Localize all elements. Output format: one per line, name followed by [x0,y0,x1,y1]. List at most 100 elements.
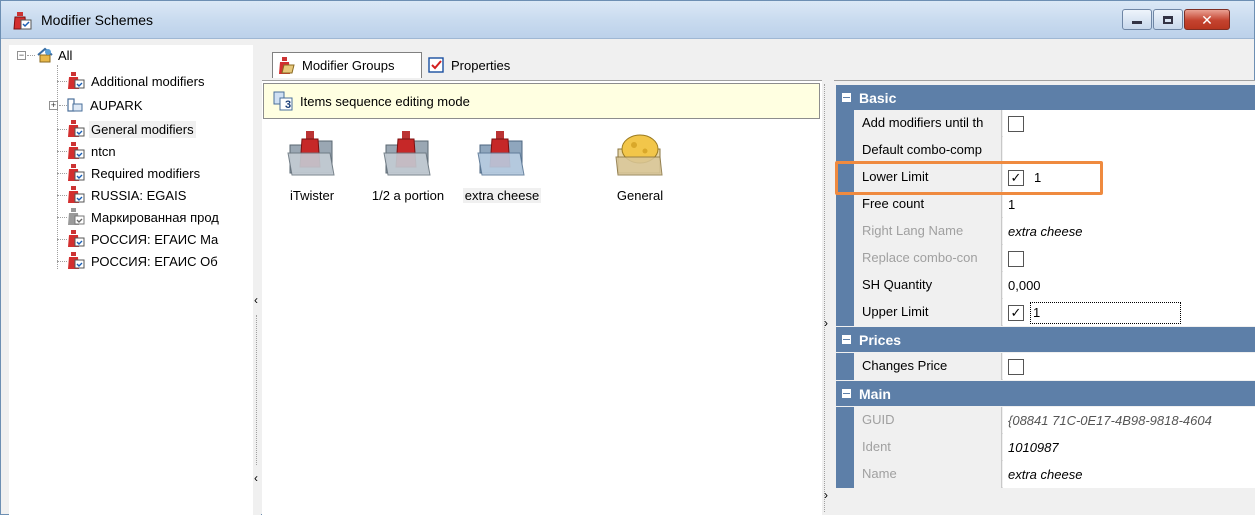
property-name: Free count [836,191,1002,218]
ketchup-bottle-icon [13,12,32,30]
minimize-button[interactable] [1122,9,1152,30]
tree-item[interactable]: РОССИЯ: ЕГАИС Ма [57,229,220,249]
modifier-schemes-window: Modifier Schemes ✕ − All Additional modi… [0,0,1255,515]
tree-item[interactable]: ntcn [57,141,118,161]
item-label: 1/2 a portion [371,188,445,203]
collapse-icon[interactable] [842,335,851,344]
tree-item-label: Required modifiers [91,165,201,181]
property-name: Name [836,461,1002,488]
property-row[interactable]: Default combo-comp [836,137,1255,164]
ketchup-bottle-icon [68,72,85,89]
property-value[interactable] [1003,353,1255,380]
property-value[interactable] [1003,245,1255,272]
bottle-folder-icon [477,131,525,176]
scheme-tree[interactable]: − All Additional modifiers + AUPARK Gene… [9,45,253,515]
item-label: iTwister [289,188,335,203]
tree-item[interactable]: Required modifiers [57,163,202,183]
changes-price-checkbox[interactable] [1008,358,1024,375]
collapse-icon: − [17,49,26,60]
property-row[interactable]: Ident 1010987 [836,434,1255,461]
ketchup-bottle-icon [68,186,85,203]
sequence-badge: 3 [285,99,292,111]
ketchup-bottle-icon [68,142,85,159]
property-value[interactable]: 1 [1003,191,1255,218]
sequence-mode-bar: 3 Items sequence editing mode [263,83,820,119]
property-row[interactable]: Changes Price [836,353,1255,380]
tree-item[interactable]: RUSSIA: EGAIS [57,185,188,205]
property-row[interactable]: Upper Limit ✓ 1 [836,299,1255,326]
close-icon: ✕ [1201,11,1213,28]
sequence-mode-text: Items sequence editing mode [300,93,470,109]
collapse-icon[interactable] [842,93,851,102]
expand-icon[interactable]: + [49,100,58,110]
close-button[interactable]: ✕ [1184,9,1230,30]
add-until-checkbox[interactable] [1008,115,1024,132]
grey-bottle-icon [68,208,85,225]
property-row[interactable]: Name extra cheese [836,461,1255,488]
property-value[interactable]: ✓ 1 [1003,299,1255,326]
ketchup-bottle-icon [68,252,85,269]
property-value[interactable]: ✓ 1 [1003,164,1255,191]
modifier-group-item[interactable]: General [590,131,690,203]
category-title: Main [859,385,891,402]
tree-root-label: All [58,47,73,63]
modifier-group-item[interactable]: iTwister [262,131,362,203]
property-row[interactable]: Lower Limit ✓ 1 [836,164,1255,191]
collapse-right-icon[interactable]: › [824,316,828,330]
tab-modifier-groups[interactable]: Modifier Groups [272,52,422,78]
tree-item[interactable]: General modifiers [57,119,196,139]
ketchup-bottle-icon [279,56,295,74]
tab-properties[interactable]: Properties [422,52,532,78]
upper-limit-checkbox[interactable]: ✓ [1008,304,1024,321]
property-grid[interactable]: Basic Add modifiers until th Default com… [834,80,1255,515]
property-value[interactable]: extra cheese [1003,218,1255,245]
tree-item[interactable]: Additional modifiers [57,71,206,91]
replace-combo-checkbox[interactable] [1008,250,1024,267]
bottle-folder-icon [287,131,335,176]
tree-item[interactable]: + AUPARK [49,95,145,115]
property-row[interactable]: Replace combo-con [836,245,1255,272]
properties-icon [428,57,444,73]
property-value[interactable] [1003,137,1255,164]
category-prices[interactable]: Prices [836,327,1255,352]
tree-root[interactable]: − All [17,45,74,65]
collapse-left-icon[interactable]: ‹ [254,293,258,307]
property-row[interactable]: Add modifiers until th [836,110,1255,137]
property-row[interactable]: Right Lang Name extra cheese [836,218,1255,245]
property-row[interactable]: GUID {08841 71C-0E17-4B98-9818-4604 [836,407,1255,434]
collapse-right-icon[interactable]: › [824,488,828,502]
tab-strip: Modifier Groups Properties [264,45,1255,81]
tree-item[interactable]: РОССИЯ: ЕГАИС Об [57,251,220,271]
window-controls: ✕ [1121,9,1230,30]
modifier-group-item[interactable]: 1/2 a portion [358,131,458,203]
title-bar[interactable]: Modifier Schemes ✕ [1,1,1254,39]
lower-limit-checkbox[interactable]: ✓ [1008,169,1024,186]
property-value[interactable]: 0,000 [1003,272,1255,299]
left-splitter[interactable]: ‹ ‹ [253,45,261,515]
minimize-icon [1132,21,1142,24]
tree-item[interactable]: Маркированная прод [57,207,221,227]
property-value[interactable]: extra cheese [1003,461,1255,488]
property-row[interactable]: Free count 1 [836,191,1255,218]
property-name: Lower Limit [836,164,1002,191]
category-main[interactable]: Main [836,381,1255,406]
property-name: Add modifiers until th [836,110,1002,137]
category-title: Prices [859,331,902,348]
property-value[interactable]: 1010987 [1003,434,1255,461]
modifier-group-item[interactable]: extra cheese [452,131,552,203]
collapse-icon[interactable] [842,389,851,398]
property-value[interactable]: {08841 71C-0E17-4B98-9818-4604 [1003,407,1255,434]
maximize-button[interactable] [1153,9,1183,30]
maximize-icon [1163,15,1173,24]
home-icon [37,47,53,63]
right-splitter[interactable]: › › [822,80,834,515]
category-basic[interactable]: Basic [836,85,1255,110]
property-name: SH Quantity [836,272,1002,299]
ketchup-bottle-icon [68,230,85,247]
upper-limit-value[interactable]: 1 [1030,301,1182,324]
cheese-folder-icon [615,134,663,176]
collapse-left-icon[interactable]: ‹ [254,471,258,485]
property-value[interactable] [1003,110,1255,137]
property-row[interactable]: SH Quantity 0,000 [836,272,1255,299]
modifier-groups-panel[interactable]: 3 Items sequence editing mode iTwister 1… [262,80,822,515]
